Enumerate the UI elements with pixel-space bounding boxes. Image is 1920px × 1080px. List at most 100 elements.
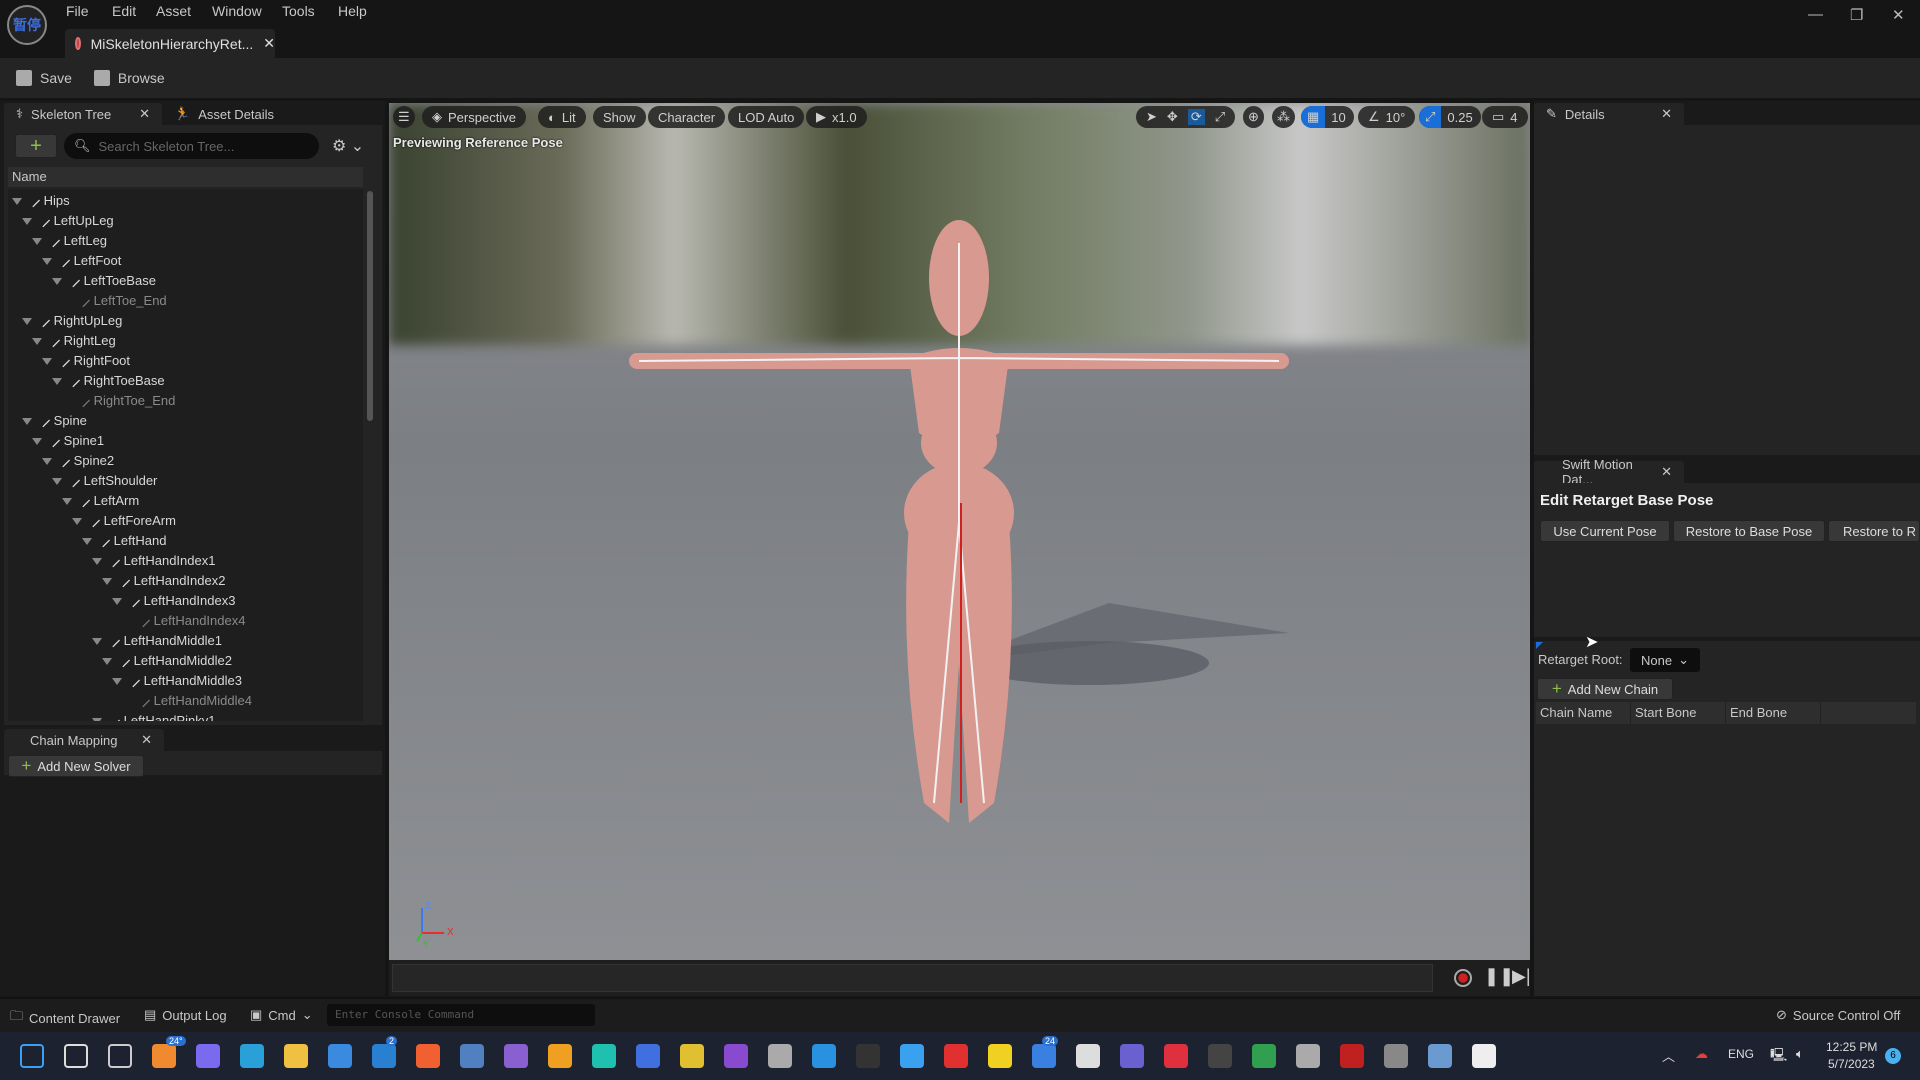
tree-item[interactable]: ⚊ RightUpLeg [22, 311, 122, 331]
perspective-button[interactable]: ◈ Perspective [422, 106, 526, 128]
clock-date[interactable]: 5/7/2023 [1828, 1057, 1875, 1071]
app-logo[interactable]: 暂停 [7, 5, 47, 45]
close-icon[interactable]: ✕ [1661, 464, 1672, 480]
tree-item[interactable]: ⚊ Hips [12, 191, 70, 211]
expand-arrow-icon[interactable] [52, 477, 62, 485]
tree-item[interactable]: ⚊ RightFoot [42, 351, 130, 371]
restore-base-pose-button[interactable]: Restore to Base Pose [1673, 520, 1825, 542]
cmd-icon[interactable] [1208, 1044, 1232, 1068]
search-icon[interactable] [64, 1044, 88, 1068]
scale-snap-button[interactable]: ⤢ 0.25 [1419, 106, 1481, 128]
expand-arrow-icon[interactable] [112, 597, 122, 605]
clock-time[interactable]: 12:25 PM [1826, 1040, 1877, 1054]
store-icon[interactable] [328, 1044, 352, 1068]
tree-item[interactable]: ⚊ LeftShoulder [52, 471, 157, 491]
app-multi-icon[interactable] [900, 1044, 924, 1068]
chrome-icon[interactable] [680, 1044, 704, 1068]
visual-studio-code-alt-icon[interactable] [504, 1044, 528, 1068]
tree-scrollbar[interactable] [367, 191, 373, 421]
filezilla-icon[interactable] [1340, 1044, 1364, 1068]
tree-item[interactable]: ⚊ LeftForeArm [72, 511, 176, 531]
app-monitor-icon[interactable] [1428, 1044, 1452, 1068]
word-icon[interactable] [1076, 1044, 1100, 1068]
viewport[interactable]: Z X Y Previewing Reference Pose [389, 103, 1530, 960]
menu-tools[interactable]: Tools [282, 3, 315, 19]
expand-arrow-icon[interactable] [12, 197, 22, 205]
expand-arrow-icon[interactable] [72, 517, 82, 525]
surface-snap-button[interactable]: ⁂ [1272, 106, 1295, 128]
gear-app-icon[interactable] [1296, 1044, 1320, 1068]
document-tab[interactable]: MiSkeletonHierarchyRet... ✕ [65, 29, 275, 58]
angle-snap-button[interactable]: ∠ 10° [1358, 106, 1416, 128]
save-button[interactable]: Save [16, 70, 72, 86]
menu-window[interactable]: Window [212, 3, 262, 19]
grid-snap-button[interactable]: ▦ 10 [1301, 106, 1354, 128]
local-world-button[interactable]: ⊕ [1243, 106, 1264, 128]
column-start-bone[interactable]: Start Bone [1631, 702, 1726, 724]
tree-item[interactable]: ⚊ LeftHandMiddle4 [122, 691, 252, 711]
sublime-icon[interactable] [460, 1044, 484, 1068]
timeline-scrubber[interactable] [392, 964, 1433, 992]
camera-speed-button[interactable]: ▭ 4 [1482, 106, 1528, 128]
tree-item[interactable]: ⚊ Spine [22, 411, 87, 431]
add-new-solver-button[interactable]: + Add New Solver [8, 755, 144, 777]
close-icon[interactable]: ✕ [263, 35, 275, 52]
show-button[interactable]: Show [593, 106, 646, 128]
unreal-icon[interactable] [1472, 1044, 1496, 1068]
expand-arrow-icon[interactable] [22, 317, 32, 325]
visual-studio-icon[interactable] [724, 1044, 748, 1068]
tab-asset-details[interactable]: 🏃 Asset Details [162, 103, 286, 125]
weather-icon[interactable] [152, 1044, 176, 1068]
tree-item[interactable]: ⚊ LeftHandIndex2 [102, 571, 225, 591]
tree-item[interactable]: ⚊ Spine1 [32, 431, 104, 451]
close-icon[interactable]: ✕ [141, 732, 152, 748]
scale-icon[interactable]: ⤢ [1215, 109, 1225, 125]
app-orange-icon[interactable] [416, 1044, 440, 1068]
browse-button[interactable]: Browse [93, 70, 165, 86]
windows-start-icon[interactable] [20, 1044, 44, 1068]
search-skeleton-input[interactable]: 🔍︎ Search Skeleton Tree... [64, 133, 319, 159]
sticky-notes-icon[interactable] [988, 1044, 1012, 1068]
tree-item[interactable]: ⚊ LeftHandMiddle1 [92, 631, 222, 651]
close-icon[interactable]: ✕ [139, 106, 150, 122]
tree-item[interactable]: ⚊ LeftLeg [32, 231, 107, 251]
tree-item[interactable]: ⚊ LeftUpLeg [22, 211, 114, 231]
column-end-bone[interactable]: End Bone [1726, 702, 1821, 724]
volume-icon[interactable]: 🔈︎ [1796, 1046, 1804, 1062]
terminal-app-icon[interactable] [768, 1044, 792, 1068]
select-icon[interactable]: ➤ [1146, 109, 1157, 125]
close-window-icon[interactable]: ✕ [1892, 6, 1905, 24]
menu-edit[interactable]: Edit [112, 3, 136, 19]
playback-speed-button[interactable]: ▶ x1.0 [806, 106, 867, 128]
lod-button[interactable]: LOD Auto [728, 106, 805, 128]
expand-arrow-icon[interactable] [82, 537, 92, 545]
teams-icon[interactable] [1120, 1044, 1144, 1068]
app-teal-icon[interactable] [592, 1044, 616, 1068]
mail-icon[interactable] [372, 1044, 396, 1068]
expand-arrow-icon[interactable] [102, 577, 112, 585]
task-view-icon[interactable] [108, 1044, 132, 1068]
app-red-icon[interactable] [944, 1044, 968, 1068]
tree-item[interactable]: ⚊ RightLeg [32, 331, 116, 351]
restore-icon[interactable]: ❐ [1850, 6, 1863, 24]
output-log-button[interactable]: ▤ Output Log [144, 1007, 227, 1023]
expand-arrow-icon[interactable] [32, 237, 42, 245]
todo-icon[interactable] [1032, 1044, 1056, 1068]
edge-icon[interactable] [240, 1044, 264, 1068]
tab-skeleton-tree[interactable]: ⚕ Skeleton Tree ✕ [4, 103, 162, 125]
expand-arrow-icon[interactable] [52, 377, 62, 385]
expand-arrow-icon[interactable] [92, 637, 102, 645]
tab-swift-motion[interactable]: Swift Motion Dat... ✕ [1534, 457, 1684, 487]
expand-arrow-icon[interactable] [92, 717, 102, 721]
tree-item[interactable]: ⚊ LeftHandIndex3 [112, 591, 235, 611]
minimize-icon[interactable]: — [1808, 6, 1823, 23]
close-icon[interactable]: ✕ [1661, 106, 1672, 122]
chat-icon[interactable] [196, 1044, 220, 1068]
retarget-root-dropdown[interactable]: None ⌄ [1630, 648, 1700, 672]
expand-arrow-icon[interactable] [32, 337, 42, 345]
add-bone-button[interactable]: + [15, 134, 57, 158]
expand-arrow-icon[interactable] [32, 437, 42, 445]
expand-arrow-icon[interactable] [42, 457, 52, 465]
menu-asset[interactable]: Asset [156, 3, 191, 19]
expand-arrow-icon[interactable] [42, 357, 52, 365]
